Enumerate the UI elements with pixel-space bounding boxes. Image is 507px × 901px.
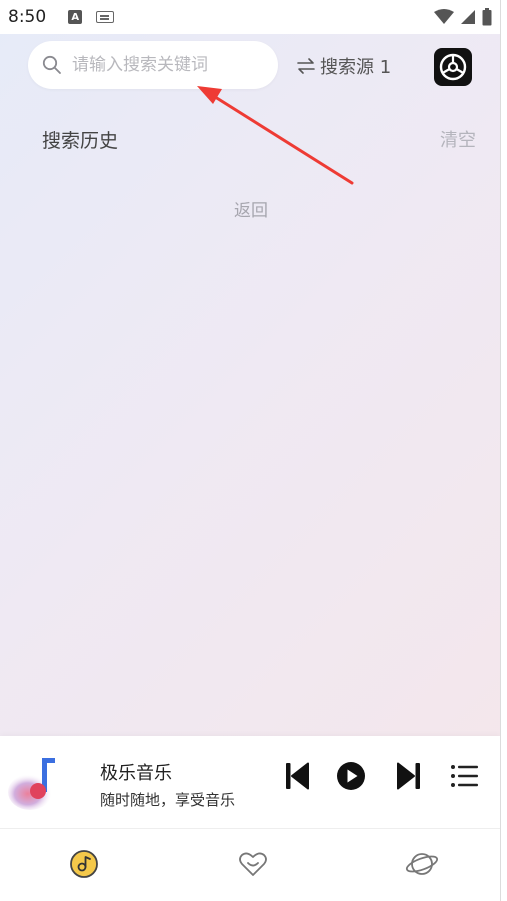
play-icon (337, 762, 365, 790)
back-button[interactable]: 返回 (234, 196, 268, 221)
playlist-icon (451, 765, 478, 787)
keyboard-icon (96, 11, 115, 23)
mini-player-bar[interactable]: 极乐音乐 随时随地，享受音乐 (0, 736, 500, 828)
previous-track-button[interactable] (282, 760, 312, 792)
wifi-icon (434, 9, 454, 24)
swap-icon (297, 58, 315, 74)
music-nav-icon (70, 850, 98, 878)
clear-history-button[interactable]: 清空 (440, 126, 476, 152)
album-art-music-note-icon (8, 758, 55, 810)
search-input[interactable] (72, 55, 262, 75)
nav-discover-tab[interactable] (405, 847, 439, 881)
status-time: 8:50 (8, 7, 47, 27)
status-right-icons (434, 8, 492, 26)
settings-wheel-icon (439, 53, 467, 81)
next-track-button[interactable] (394, 760, 424, 792)
search-icon (42, 55, 61, 74)
a-notification-icon: A (68, 10, 83, 24)
track-subtitle: 随时随地，享受音乐 (100, 791, 236, 809)
screen-edge (500, 0, 507, 901)
app-screen: 8:50 A 搜索源 1 (0, 0, 500, 901)
status-bar: 8:50 A (0, 0, 500, 34)
nav-favorites-tab[interactable] (236, 847, 270, 881)
favorites-nav-icon (239, 852, 267, 876)
discover-planet-nav-icon (405, 853, 439, 875)
track-title: 极乐音乐 (100, 763, 172, 784)
battery-icon (482, 8, 492, 26)
settings-app-button[interactable] (434, 48, 472, 86)
search-history-title: 搜索历史 (42, 130, 119, 152)
nav-music-tab[interactable] (67, 847, 101, 881)
play-button[interactable] (336, 760, 366, 792)
signal-icon (461, 10, 475, 24)
playlist-button[interactable] (450, 760, 480, 792)
search-source-label: 搜索源 1 (320, 57, 392, 78)
search-box[interactable] (28, 41, 278, 89)
bottom-navigation (0, 828, 500, 901)
search-source-switch[interactable]: 搜索源 1 (296, 52, 391, 80)
skip-next-icon (397, 762, 420, 790)
skip-previous-icon (286, 762, 309, 790)
